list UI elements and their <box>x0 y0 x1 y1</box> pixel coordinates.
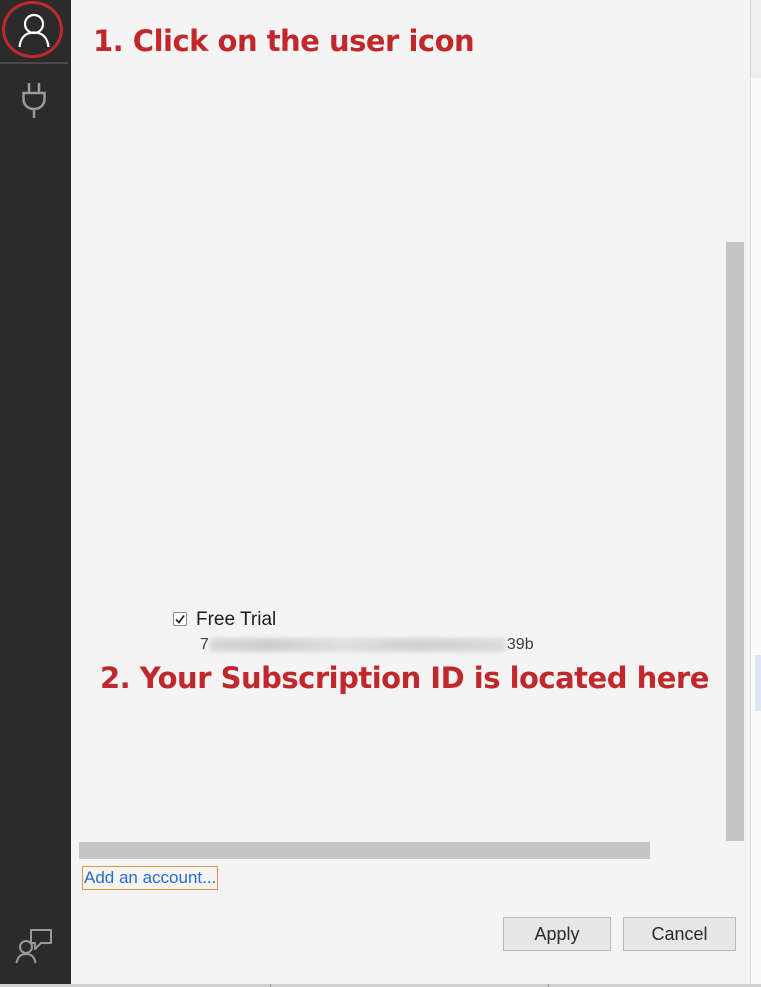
account-settings-panel <box>71 0 750 984</box>
subscription-id-prefix: 7 <box>200 636 209 653</box>
horizontal-scrollbar[interactable] <box>79 842 650 859</box>
sidebar-divider <box>0 62 68 64</box>
user-icon[interactable] <box>4 2 64 58</box>
background-window-selection <box>755 655 761 711</box>
checkmark-icon <box>175 614 185 624</box>
add-account-link[interactable]: Add an account... <box>82 866 219 890</box>
instruction-step-1: 1. Click on the user icon <box>93 24 475 58</box>
background-window-toolbar <box>750 0 761 78</box>
plug-icon[interactable] <box>12 76 56 124</box>
vertical-scrollbar[interactable] <box>726 242 744 841</box>
subscription-checkbox[interactable] <box>173 612 187 626</box>
activity-sidebar <box>0 0 71 984</box>
background-window-edge <box>750 0 761 987</box>
feedback-icon[interactable] <box>12 924 56 968</box>
subscription-id-redacted <box>209 638 506 652</box>
apply-button[interactable]: Apply <box>503 917 611 951</box>
subscription-id: 7 39b <box>200 636 534 654</box>
instruction-step-2: 2. Your Subscription ID is located here <box>100 661 709 695</box>
subscription-id-suffix: 39b <box>506 636 534 653</box>
subscription-name: Free Trial <box>196 609 277 630</box>
cancel-button[interactable]: Cancel <box>623 917 736 951</box>
